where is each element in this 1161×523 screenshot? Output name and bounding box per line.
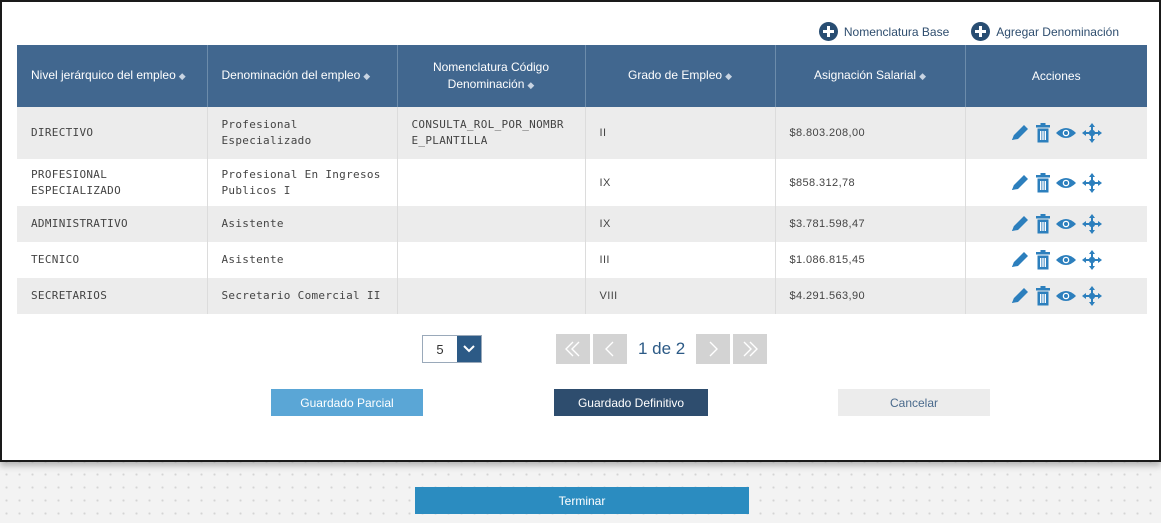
- trash-icon[interactable]: [1035, 286, 1051, 306]
- cell-denominacion: Secretario Comercial II: [207, 278, 398, 314]
- eye-icon[interactable]: [1055, 217, 1077, 231]
- pencil-icon[interactable]: [1009, 173, 1031, 193]
- trash-icon[interactable]: [1035, 250, 1051, 270]
- cell-acciones: [965, 206, 1147, 242]
- table-row: ADMINISTRATIVO Asistente IX $3.781.598,4…: [17, 206, 1147, 242]
- page-size-value: 5: [436, 341, 444, 357]
- pencil-icon[interactable]: [1009, 250, 1031, 270]
- cell-acciones: [965, 242, 1147, 278]
- sort-icon: ◆: [527, 79, 535, 90]
- cell-denominacion: Profesional En Ingresos Publicos I: [207, 159, 398, 206]
- table-row: DIRECTIVO Profesional Especializado CONS…: [17, 107, 1147, 159]
- cell-asignacion: $1.086.815,45: [775, 242, 966, 278]
- table-row: TECNICO Asistente III $1.086.815,45: [17, 242, 1147, 278]
- move-icon[interactable]: [1081, 249, 1103, 271]
- cell-nomenclatura: [397, 242, 586, 278]
- cell-asignacion: $4.291.563,90: [775, 278, 966, 314]
- row-actions: [980, 249, 1134, 271]
- agregar-denominacion-link[interactable]: Agregar Denominación: [971, 22, 1119, 41]
- cell-acciones: [965, 278, 1147, 314]
- cell-denominacion: Profesional Especializado: [207, 107, 398, 159]
- page-indicator: 1 de 2: [638, 339, 686, 358]
- cell-acciones: [965, 159, 1147, 206]
- agregar-denominacion-label: Agregar Denominación: [996, 24, 1119, 39]
- cell-nivel: ADMINISTRATIVO: [17, 206, 208, 242]
- page-size-select[interactable]: 5: [422, 335, 482, 363]
- row-actions: [980, 172, 1134, 194]
- plus-circle-icon: [971, 22, 991, 41]
- cell-nivel: PROFESIONAL ESPECIALIZADO: [17, 159, 208, 206]
- sort-icon: ◆: [363, 71, 371, 81]
- sort-icon: ◆: [178, 71, 186, 81]
- header-nomenclatura[interactable]: Nomenclatura Código Denominación ◆: [397, 45, 586, 107]
- trash-icon[interactable]: [1035, 123, 1051, 143]
- chevron-down-icon[interactable]: [457, 336, 481, 362]
- table-row: PROFESIONAL ESPECIALIZADO Profesional En…: [17, 159, 1147, 206]
- cell-denominacion: Asistente: [207, 206, 398, 242]
- nomenclatura-base-label: Nomenclatura Base: [843, 24, 950, 39]
- cell-asignacion: $3.781.598,47: [775, 206, 966, 242]
- employee-table: Nivel jerárquico del empleo ◆ Denominació…: [17, 45, 1147, 314]
- row-actions: [980, 285, 1134, 307]
- first-page-icon[interactable]: [556, 334, 590, 364]
- sort-icon: ◆: [725, 71, 732, 81]
- cell-nomenclatura: [397, 278, 586, 314]
- cell-nomenclatura: [397, 159, 586, 206]
- eye-icon[interactable]: [1055, 289, 1077, 303]
- next-page-icon[interactable]: [696, 334, 731, 364]
- eye-icon[interactable]: [1055, 126, 1077, 140]
- sort-icon: ◆: [919, 71, 926, 81]
- trash-icon[interactable]: [1035, 214, 1051, 234]
- move-icon[interactable]: [1081, 213, 1103, 235]
- cell-grado: II: [585, 107, 776, 159]
- top-links: Nomenclatura Base Agregar Denominación: [818, 22, 1119, 41]
- table-header-row: Nivel jerárquico del empleo ◆ Denominació…: [17, 45, 1147, 107]
- table-row: SECRETARIOS Secretario Comercial II VIII…: [17, 278, 1147, 314]
- cell-grado: VIII: [585, 278, 776, 314]
- row-actions: [980, 122, 1134, 144]
- pencil-icon[interactable]: [1009, 214, 1031, 234]
- prev-page-icon[interactable]: [593, 334, 627, 364]
- header-asignacion[interactable]: Asignación Salarial ◆: [775, 45, 966, 107]
- page-nav: 1 de 2: [556, 334, 768, 364]
- cell-asignacion: $858.312,78: [775, 159, 966, 206]
- pagination: 5 1 de 2: [422, 334, 768, 364]
- terminar-button[interactable]: Terminar: [415, 487, 749, 514]
- header-denominacion[interactable]: Denominación del empleo ◆: [207, 45, 398, 107]
- cell-grado: IX: [585, 206, 776, 242]
- eye-icon[interactable]: [1055, 253, 1077, 267]
- move-icon[interactable]: [1081, 285, 1103, 307]
- trash-icon[interactable]: [1035, 172, 1051, 193]
- cell-nivel: TECNICO: [17, 242, 208, 278]
- nomenclatura-base-link[interactable]: Nomenclatura Base: [818, 22, 950, 41]
- header-acciones: Acciones: [965, 45, 1147, 107]
- guardado-parcial-button[interactable]: Guardado Parcial: [271, 389, 423, 416]
- cell-nivel: DIRECTIVO: [17, 107, 208, 159]
- guardado-definitivo-button[interactable]: Guardado Definitivo: [554, 389, 708, 416]
- pencil-icon[interactable]: [1009, 123, 1031, 143]
- plus-circle-icon: [818, 22, 838, 41]
- header-nivel[interactable]: Nivel jerárquico del empleo ◆: [17, 45, 208, 107]
- last-page-icon[interactable]: [733, 334, 768, 364]
- move-icon[interactable]: [1081, 172, 1103, 194]
- cell-acciones: [965, 107, 1147, 159]
- cell-grado: IX: [585, 159, 776, 206]
- main-panel: Nomenclatura Base Agregar Denominación N…: [0, 0, 1161, 462]
- move-icon[interactable]: [1081, 122, 1103, 144]
- pencil-icon[interactable]: [1009, 286, 1031, 306]
- cell-nomenclatura: [397, 206, 586, 242]
- cell-grado: III: [585, 242, 776, 278]
- header-grado[interactable]: Grado de Empleo ◆: [585, 45, 776, 107]
- eye-icon[interactable]: [1055, 176, 1077, 190]
- cell-nomenclatura: CONSULTA_ROL_POR_NOMBRE_PLANTILLA: [397, 107, 586, 159]
- row-actions: [980, 213, 1134, 235]
- cell-asignacion: $8.803.208,00: [775, 107, 966, 159]
- cancel-button[interactable]: Cancelar: [838, 389, 990, 416]
- cell-nivel: SECRETARIOS: [17, 278, 208, 314]
- cell-denominacion: Asistente: [207, 242, 398, 278]
